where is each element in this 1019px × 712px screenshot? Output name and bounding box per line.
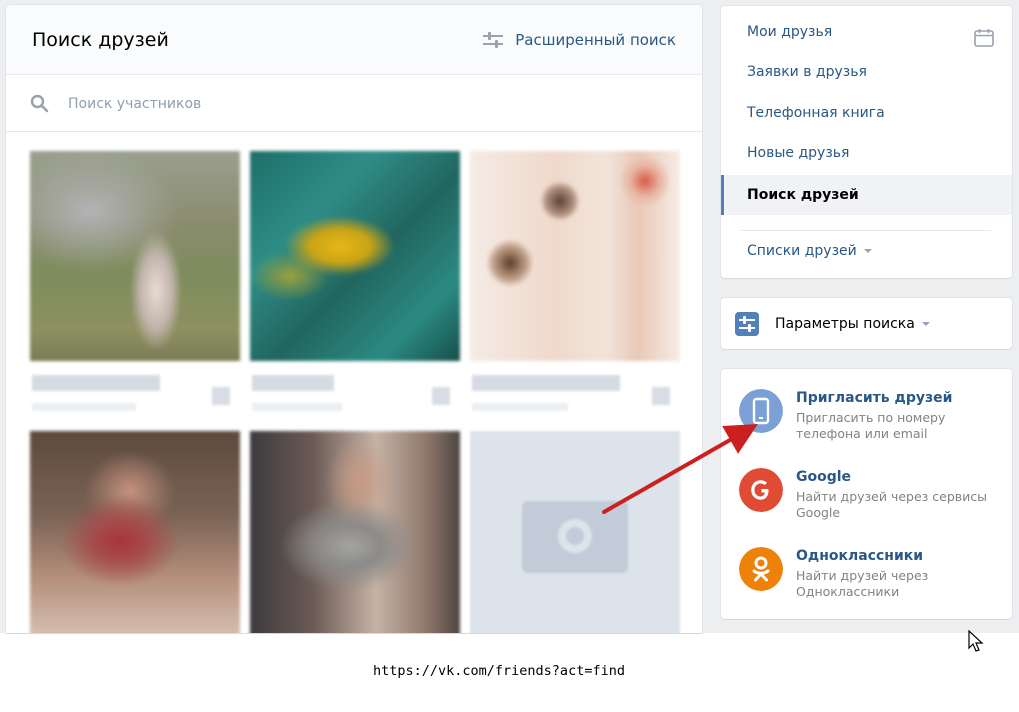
add-friend-button[interactable] <box>212 387 230 405</box>
friend-info-placeholder <box>472 403 568 411</box>
search-icon <box>30 94 49 113</box>
friend-photo[interactable] <box>250 151 460 361</box>
invite-item-desc: Найти друзей через Одноклассники <box>796 568 929 599</box>
nav-item-label: Списки друзей <box>747 243 857 259</box>
nav-item-label: Заявки в друзья <box>747 64 867 80</box>
friend-lists-label-wrap: Списки друзей <box>747 243 872 259</box>
nav-item-label: Мои друзья <box>747 24 833 40</box>
invite-item-google[interactable]: Google Найти друзей через сервисы Google <box>721 468 1012 538</box>
nav-item-label: Телефонная книга <box>747 105 885 121</box>
invite-item-title: Одноклассники <box>796 548 924 564</box>
chevron-down-icon <box>921 322 930 326</box>
filter-sliders-icon <box>735 312 759 336</box>
friend-info-placeholder <box>32 403 136 411</box>
friend-photo[interactable] <box>30 431 240 633</box>
friend-name-placeholder[interactable] <box>472 375 620 391</box>
phone-icon <box>739 389 783 433</box>
friends-grid <box>6 131 702 633</box>
friend-photo-placeholder[interactable] <box>470 431 680 633</box>
friend-search-card: Поиск друзей Расширенный поиск <box>6 5 702 633</box>
calendar-icon[interactable] <box>974 29 994 47</box>
invite-friends-card: Пригласить друзей Пригласить по номеру т… <box>721 369 1012 619</box>
invite-item-odnoklassniki[interactable]: Одноклассники Найти друзей через Однокла… <box>721 547 1012 617</box>
nav-item-label: Новые друзья <box>747 145 850 161</box>
nav-item-my-friends[interactable]: Мои друзья <box>721 12 1012 52</box>
camera-icon <box>522 501 628 573</box>
add-friend-button[interactable] <box>652 387 670 405</box>
invite-item-desc: Пригласить по номеру телефона или email <box>796 410 946 441</box>
page-url: https://vk.com/friends?act=find <box>373 663 625 679</box>
friend-photo[interactable] <box>250 431 460 633</box>
search-params-label-wrap: Параметры поиска <box>775 316 930 332</box>
friend-name-placeholder[interactable] <box>32 375 160 391</box>
invite-item-desc: Найти друзей через сервисы Google <box>796 489 988 520</box>
nav-item-friend-requests[interactable]: Заявки в друзья <box>721 52 1012 92</box>
friend-info-placeholder <box>252 403 342 411</box>
mouse-cursor-icon <box>968 630 984 652</box>
friend-photo[interactable] <box>30 151 240 361</box>
add-friend-button[interactable] <box>432 387 450 405</box>
odnoklassniki-icon <box>739 547 783 591</box>
nav-item-find-friends[interactable]: Поиск друзей <box>721 175 1012 215</box>
search-params-dropdown[interactable]: Параметры поиска <box>721 298 1012 349</box>
google-icon <box>739 468 783 512</box>
friend-name-placeholder[interactable] <box>252 375 334 391</box>
advanced-search-link[interactable]: Расширенный поиск <box>483 31 676 49</box>
member-search-bar <box>6 75 702 132</box>
friends-nav-menu: Мои друзья Заявки в друзья Телефонная кн… <box>721 6 1012 278</box>
invite-item-phone[interactable]: Пригласить друзей Пригласить по номеру т… <box>721 389 1012 459</box>
search-params-label: Параметры поиска <box>775 316 915 332</box>
nav-item-phone-book[interactable]: Телефонная книга <box>721 93 1012 133</box>
invite-item-title: Google <box>796 469 852 485</box>
filter-sliders-icon <box>483 32 504 48</box>
nav-item-new-friends[interactable]: Новые друзья <box>721 133 1012 173</box>
chevron-down-icon <box>863 249 872 253</box>
invite-item-title: Пригласить друзей <box>796 390 953 406</box>
friend-photo[interactable] <box>470 151 680 361</box>
card-header: Поиск друзей Расширенный поиск <box>6 5 702 75</box>
nav-item-friend-lists[interactable]: Списки друзей <box>721 231 1012 271</box>
search-input[interactable] <box>66 89 630 119</box>
nav-item-label: Поиск друзей <box>747 187 859 203</box>
page-title: Поиск друзей <box>32 29 169 51</box>
advanced-search-label: Расширенный поиск <box>515 31 676 49</box>
